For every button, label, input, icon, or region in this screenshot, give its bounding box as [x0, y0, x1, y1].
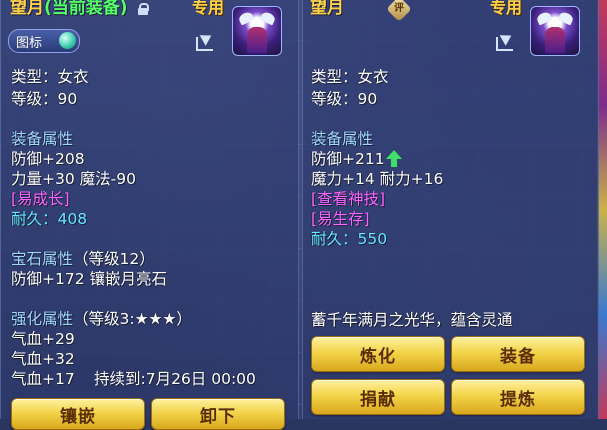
attr-stats: 力量+30 魔法-90 — [11, 170, 136, 188]
gem-level: （等级12） — [73, 250, 155, 268]
donate-button[interactable]: 捐献 — [311, 379, 445, 415]
icon-toggle[interactable]: 图标 — [8, 29, 80, 53]
share-icon[interactable] — [196, 30, 218, 51]
durability: 耐久：550 — [311, 230, 388, 248]
extract-button[interactable]: 提炼 — [451, 379, 585, 415]
enhance-level: （等级3:★★★） — [73, 310, 192, 328]
item-level: 等级：90 — [11, 90, 78, 108]
exclusive-label: 专用 — [192, 0, 225, 17]
enhance-attr-title: 强化属性（等级3:★★★） — [11, 310, 192, 328]
equip-button-label: 装备 — [500, 346, 536, 367]
character-portrait — [232, 6, 282, 56]
donate-button-label: 捐献 — [360, 389, 396, 410]
enhance-hp-2: 气血+32 — [11, 350, 75, 368]
enhance-duration: 持续到:7月26日 00:00 — [94, 370, 256, 388]
up-arrow-icon — [386, 150, 402, 168]
share-icon[interactable] — [496, 30, 518, 51]
gem-attr: 防御+172 镶嵌月亮石 — [11, 270, 167, 288]
refine-button[interactable]: 炼化 — [311, 336, 445, 372]
unequip-button[interactable]: 卸下 — [151, 398, 285, 430]
enhance-hp-3: 气血+17 — [11, 370, 75, 388]
item-description: 蓄千年满月之光华，蕴含灵通 — [311, 311, 513, 329]
attr-defense: 防御+211 — [311, 150, 385, 168]
item-name: 望月 — [310, 0, 344, 18]
enhance-hp-1: 气血+29 — [11, 330, 75, 348]
lock-icon — [138, 3, 149, 15]
character-portrait — [530, 6, 580, 56]
current-equip-tag: (当前装备) — [44, 0, 128, 18]
item-name: 望月(当前装备) — [10, 0, 128, 18]
item-level: 等级：90 — [311, 90, 378, 108]
attr-defense: 防御+208 — [11, 150, 85, 168]
equip-attr-title: 装备属性 — [11, 130, 74, 148]
toggle-knob-icon — [59, 32, 76, 49]
item-type: 类型：女衣 — [311, 68, 389, 86]
attr-stats: 魔力+14 耐力+16 — [311, 170, 444, 188]
gem-attr-title: 宝石属性（等级12） — [11, 250, 155, 268]
durability: 耐久：408 — [11, 210, 88, 228]
view-skill-link[interactable]: [查看神技] — [311, 190, 385, 209]
exclusive-label: 专用 — [490, 0, 523, 17]
special-skill: [易生存] — [311, 210, 370, 228]
special-skill: [易成长] — [11, 190, 70, 208]
icon-toggle-label: 图标 — [16, 36, 43, 51]
item-type: 类型：女衣 — [11, 68, 89, 86]
refine-button-label: 炼化 — [360, 346, 396, 367]
equip-attr-title: 装备属性 — [311, 130, 374, 148]
extract-button-label: 提炼 — [500, 389, 536, 410]
equip-button[interactable]: 装备 — [451, 336, 585, 372]
unequip-button-label: 卸下 — [200, 406, 236, 427]
inlay-button[interactable]: 镶嵌 — [11, 398, 145, 430]
inlay-button-label: 镶嵌 — [60, 406, 96, 427]
